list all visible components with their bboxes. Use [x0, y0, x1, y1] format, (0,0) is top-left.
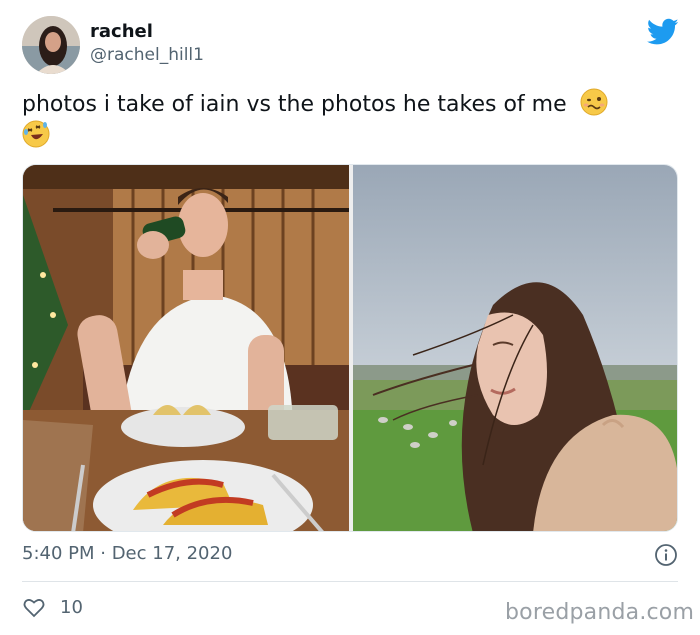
info-icon[interactable] [654, 543, 678, 567]
tweet-body: photos i take of iain vs the photos he t… [22, 92, 567, 117]
rolling-on-floor-laughing-emoji [22, 120, 50, 148]
media-gallery[interactable] [22, 164, 678, 532]
like-count: 10 [60, 597, 83, 618]
divider [22, 581, 678, 582]
heart-icon[interactable] [22, 595, 46, 619]
tweet-card: rachel @rachel_hill1 photos i take of ia… [0, 0, 700, 635]
watermark: boredpanda.com [505, 600, 695, 625]
photo-woman-field[interactable] [353, 165, 677, 531]
display-name[interactable]: rachel [90, 21, 153, 42]
tweet-timestamp[interactable]: 5:40 PM · Dec 17, 2020 [22, 543, 232, 564]
photo-man-eating[interactable] [23, 165, 349, 531]
avatar[interactable] [22, 16, 80, 74]
twitter-bird-icon[interactable] [646, 18, 679, 46]
user-handle[interactable]: @rachel_hill1 [90, 45, 204, 65]
woozy-face-emoji [580, 88, 608, 116]
tweet-text: photos i take of iain vs the photos he t… [22, 88, 672, 152]
